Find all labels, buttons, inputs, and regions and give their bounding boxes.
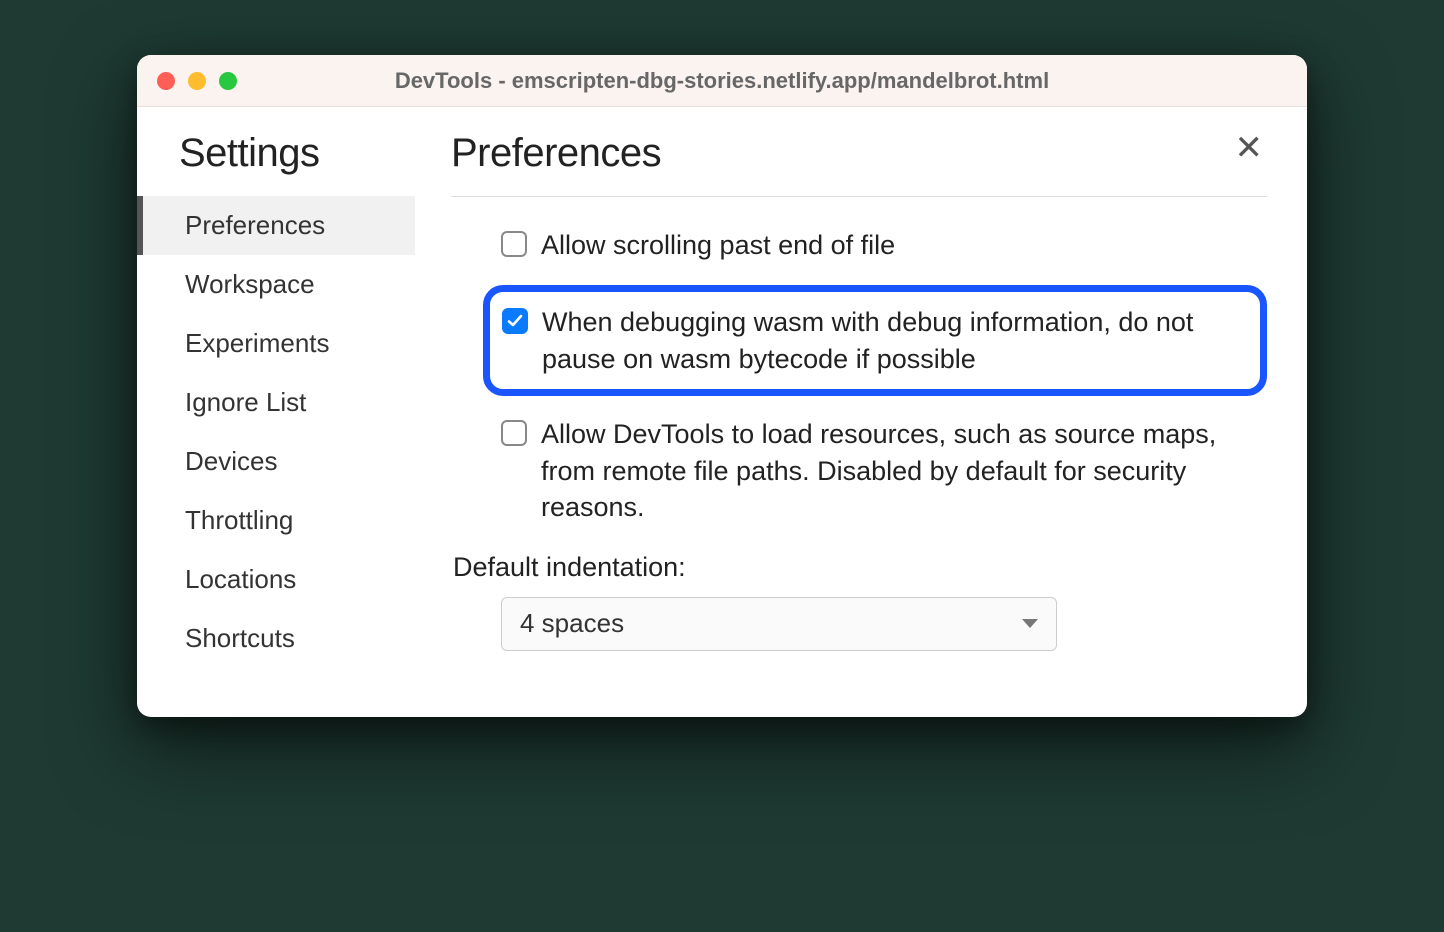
preference-label: Allow DevTools to load resources, such a… — [541, 416, 1267, 525]
indentation-select[interactable]: 4 spaces — [501, 597, 1057, 651]
sidebar-item-ignore-list[interactable]: Ignore List — [137, 373, 415, 432]
settings-body: ✕ Settings PreferencesWorkspaceExperimen… — [137, 107, 1307, 717]
indentation-label: Default indentation: — [453, 552, 1267, 583]
sidebar-item-throttling[interactable]: Throttling — [137, 491, 415, 550]
preference-row: When debugging wasm with debug informati… — [483, 285, 1267, 396]
sidebar-title: Settings — [173, 131, 427, 176]
devtools-settings-window: DevTools - emscripten-dbg-stories.netlif… — [137, 55, 1307, 717]
panel-title: Preferences — [451, 131, 1267, 197]
sidebar-item-locations[interactable]: Locations — [137, 550, 415, 609]
close-window-button[interactable] — [157, 72, 175, 90]
preference-checkbox[interactable] — [501, 231, 527, 257]
sidebar-item-devices[interactable]: Devices — [137, 432, 415, 491]
window-title: DevTools - emscripten-dbg-stories.netlif… — [137, 68, 1307, 94]
sidebar-item-preferences[interactable]: Preferences — [137, 196, 415, 255]
indentation-value: 4 spaces — [520, 608, 624, 639]
preference-label: Allow scrolling past end of file — [541, 227, 895, 263]
preference-checkbox[interactable] — [502, 308, 528, 334]
preference-row: Allow DevTools to load resources, such a… — [501, 416, 1267, 525]
chevron-down-icon — [1022, 619, 1038, 628]
preference-checkbox[interactable] — [501, 420, 527, 446]
preferences-panel: Preferences Allow scrolling past end of … — [427, 107, 1307, 717]
zoom-window-button[interactable] — [219, 72, 237, 90]
sidebar-item-workspace[interactable]: Workspace — [137, 255, 415, 314]
minimize-window-button[interactable] — [188, 72, 206, 90]
preferences-group: Allow scrolling past end of file When deb… — [451, 227, 1267, 526]
sidebar-list: PreferencesWorkspaceExperimentsIgnore Li… — [173, 196, 427, 668]
preference-row: Allow scrolling past end of file — [501, 227, 1267, 263]
settings-sidebar: Settings PreferencesWorkspaceExperiments… — [137, 107, 427, 717]
preference-label: When debugging wasm with debug informati… — [542, 304, 1242, 377]
sidebar-item-shortcuts[interactable]: Shortcuts — [137, 609, 415, 668]
window-titlebar: DevTools - emscripten-dbg-stories.netlif… — [137, 55, 1307, 107]
sidebar-item-experiments[interactable]: Experiments — [137, 314, 415, 373]
traffic-lights — [157, 72, 237, 90]
